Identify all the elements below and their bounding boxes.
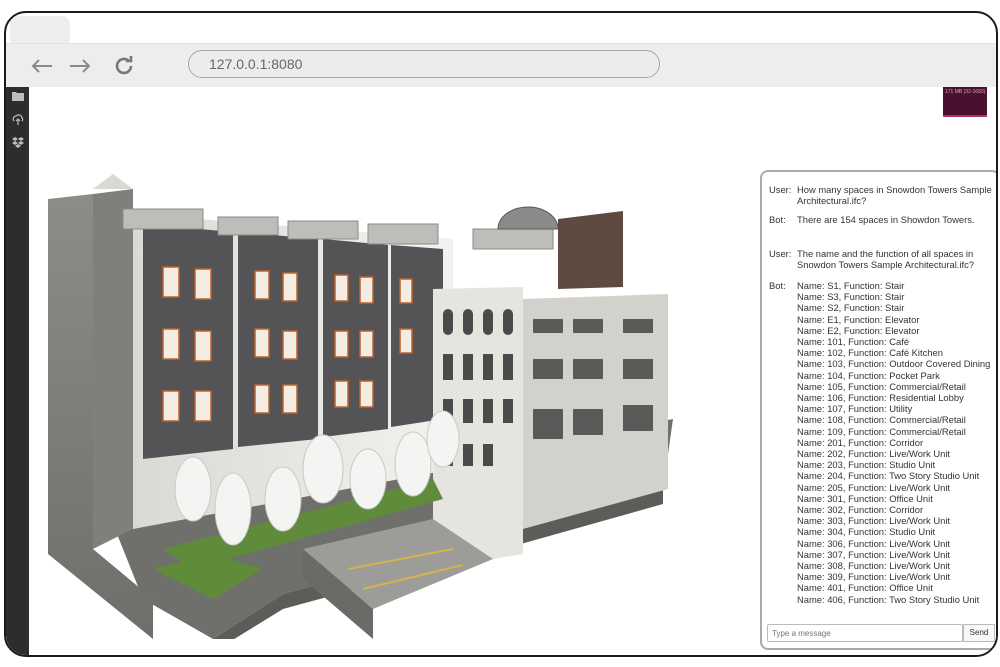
message-line: Name: 202, Function: Live/Work Unit <box>797 448 951 460</box>
message-line: Name: 104, Function: Pocket Park <box>797 369 940 381</box>
message-line: Name: 203, Function: Studio Unit <box>797 459 936 471</box>
message-line: Name: 108, Function: Commercial/Retail <box>797 414 966 426</box>
message-sender: Bot: <box>769 214 786 225</box>
dropbox-icon[interactable] <box>11 137 25 151</box>
message-text: How many spaces in Snowdon Towers Sample… <box>797 184 993 206</box>
message-line: Name: 304, Function: Studio Unit <box>797 526 936 538</box>
message-line: Name: 107, Function: Utility <box>797 403 913 415</box>
message-sender: User: <box>769 248 792 259</box>
message-line: Name: E1, Function: Elevator <box>797 313 920 325</box>
message-line: Name: 301, Function: Office Unit <box>797 492 933 504</box>
message-line: Name: 406, Function: Two Story Studio Un… <box>797 593 980 605</box>
message-line: Name: 302, Function: Corridor <box>797 504 924 516</box>
message-line: Name: 101, Function: Café <box>797 336 910 348</box>
arrow-left-icon[interactable] <box>28 52 56 80</box>
message-sender: Bot: <box>769 280 786 291</box>
message-line: Name: E2, Function: Elevator <box>797 324 920 336</box>
message-line: Name: 303, Function: Live/Work Unit <box>797 515 951 527</box>
message-line: Name: 204, Function: Two Story Studio Un… <box>797 470 980 482</box>
message-line: Name: 106, Function: Residential Lobby <box>797 392 964 404</box>
message-line: Name: 205, Function: Live/Work Unit <box>797 481 951 493</box>
cloud-upload-icon[interactable] <box>11 114 25 128</box>
message-line: Name: 401, Function: Office Unit <box>797 582 933 594</box>
message-line: Snowdon Towers Sample Architectural.ifc? <box>797 259 974 271</box>
address-bar[interactable]: 127.0.0.1:8080 <box>188 50 660 78</box>
message-text: There are 154 spaces in Showdon Towers. <box>797 214 993 225</box>
3d-viewport[interactable]: 171 MB (32-1683) User: How many spaces in… <box>29 87 996 655</box>
building-model[interactable] <box>33 169 673 639</box>
memory-stats-widget: 171 MB (32-1683) <box>943 87 987 117</box>
left-toolbar <box>6 87 29 655</box>
chat-message-input[interactable] <box>767 624 963 642</box>
message-line: The name and the function of all spaces … <box>797 248 974 259</box>
arrow-right-icon[interactable] <box>66 52 94 80</box>
chat-panel: User: How many spaces in Snowdon Towers S… <box>760 170 996 650</box>
message-line: Name: S1, Function: Stair <box>797 280 905 291</box>
message-text: Name: S1, Function: Stair Name: S3, Funct… <box>797 280 993 605</box>
message-sender: User: <box>769 184 792 195</box>
chat-input-row: Send <box>767 624 995 644</box>
message-line: Name: 103, Function: Outdoor Covered Din… <box>797 358 991 370</box>
chat-messages: User: How many spaces in Snowdon Towers S… <box>762 172 996 622</box>
browser-toolbar: 127.0.0.1:8080 <box>6 43 996 88</box>
message-line: Name: S3, Function: Stair <box>797 291 905 303</box>
message-text: The name and the function of all spaces … <box>797 248 993 270</box>
message-line: Name: 306, Function: Live/Work Unit <box>797 537 951 549</box>
message-line: There are 154 spaces in Showdon Towers. <box>797 214 975 225</box>
message-line: How many spaces in Snowdon Towers Sample <box>797 184 992 195</box>
message-line: Name: 309, Function: Live/Work Unit <box>797 571 951 583</box>
app-area: 171 MB (32-1683) User: How many spaces in… <box>6 87 996 655</box>
message-line: Name: 308, Function: Live/Work Unit <box>797 560 951 572</box>
browser-window: 127.0.0.1:8080 171 MB (32-1683) User: Ho… <box>4 11 998 657</box>
message-line: Name: 109, Function: Commercial/Retail <box>797 425 966 437</box>
folder-icon[interactable] <box>11 91 25 105</box>
message-line: Architectural.ifc? <box>797 195 867 207</box>
message-line: Name: 102, Function: Café Kitchen <box>797 347 943 359</box>
message-line: Name: 201, Function: Corridor <box>797 436 924 448</box>
url-text: 127.0.0.1:8080 <box>209 56 303 72</box>
send-button[interactable]: Send <box>963 624 995 642</box>
message-line: Name: 307, Function: Live/Work Unit <box>797 548 951 560</box>
message-line: Name: S2, Function: Stair <box>797 302 905 314</box>
message-line: Name: 105, Function: Commercial/Retail <box>797 380 966 392</box>
reload-icon[interactable] <box>110 52 138 80</box>
